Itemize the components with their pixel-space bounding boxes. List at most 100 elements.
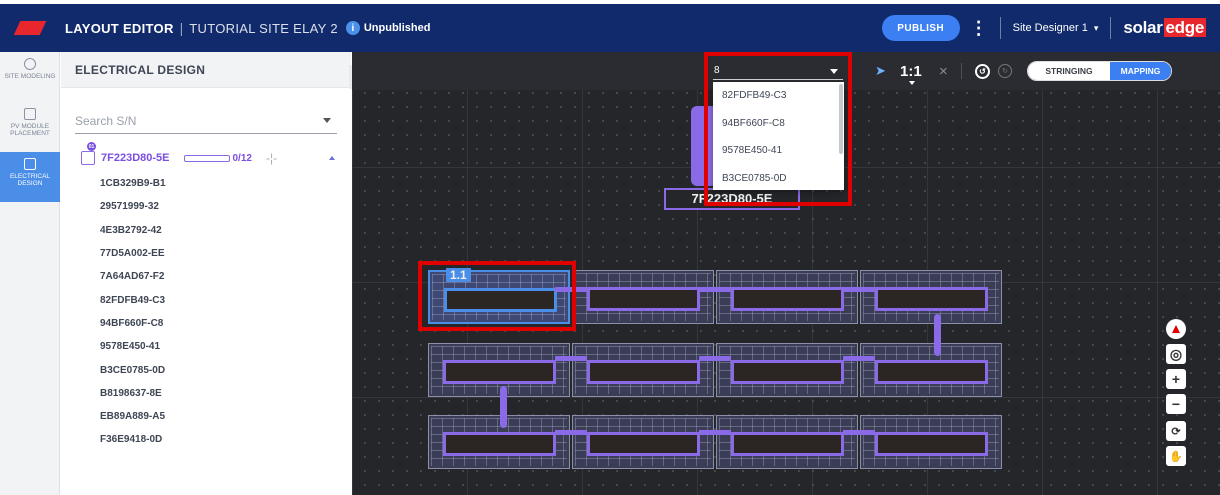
search-input[interactable] [75, 113, 275, 128]
divider [999, 17, 1001, 39]
serial-item[interactable]: 9578E450-41 [61, 335, 351, 358]
serial-item[interactable]: 82FDFB49-C3 [61, 288, 351, 311]
rail-label: ELECTRICAL DESIGN [9, 173, 51, 187]
serial-item[interactable]: 7A64AD67-F2 [61, 265, 351, 288]
inverter-row[interactable]: 01 7F223D80-5E 0/12 -¦- [61, 142, 351, 168]
string-wire [843, 430, 875, 435]
zoom-out-icon: − [1166, 394, 1186, 414]
rail-label: PV MODULE PLACEMENT [10, 123, 50, 137]
rail-item-pv-module-placement[interactable]: PV MODULE PLACEMENT [0, 102, 60, 152]
serial-item[interactable]: F36E9418-0D [61, 428, 351, 451]
publish-status: Unpublished [363, 22, 431, 34]
pv-module[interactable] [428, 343, 570, 397]
rail-item-electrical-design[interactable]: ELECTRICAL DESIGN [0, 152, 60, 202]
highlight-box [418, 261, 576, 331]
close-icon[interactable]: × [939, 52, 948, 90]
serial-item[interactable]: 1CB329B9-B1 [61, 172, 351, 195]
divider [1110, 17, 1112, 39]
pv-module[interactable] [572, 415, 714, 469]
site-name: TUTORIAL SITE ELAY 2 [189, 20, 338, 36]
top-bar: LAYOUT EDITOR | TUTORIAL SITE ELAY 2 i U… [0, 4, 1220, 52]
inverter-badge: 01 [87, 142, 96, 151]
pv-module[interactable] [428, 415, 570, 469]
app-logo-icon[interactable] [13, 21, 47, 35]
undo-icon: ↺ [975, 63, 990, 79]
undo-button[interactable]: ↺ [975, 52, 990, 90]
pointer-tool-icon[interactable]: ➤ [875, 52, 889, 90]
pan-button[interactable]: ✋ [1165, 445, 1187, 467]
rail-label: SITE MODELING [4, 73, 56, 80]
electrical-icon [24, 158, 36, 170]
solaredge-logo: solar edge [1123, 18, 1206, 37]
app-title: LAYOUT EDITOR [65, 20, 174, 36]
serial-item[interactable]: B8198637-8E [61, 382, 351, 405]
crosshair-icon[interactable]: -¦- [266, 151, 277, 165]
zoom-ratio-control[interactable]: 1:1 [900, 52, 922, 90]
compass-control[interactable] [1165, 318, 1187, 340]
title-separator: | [179, 20, 184, 36]
serial-item[interactable]: 77D5A002-EE [61, 242, 351, 265]
mapping-mode-button[interactable]: MAPPING [1110, 62, 1171, 80]
pv-module[interactable] [716, 270, 858, 324]
mode-toggle: STRINGING MAPPING [1027, 61, 1172, 81]
chevron-up-icon[interactable] [329, 156, 335, 160]
redo-icon: ↻ [998, 64, 1012, 78]
string-wire [699, 430, 731, 435]
panel-title: ELECTRICAL DESIGN [61, 52, 351, 88]
pan-icon: ✋ [1166, 446, 1186, 466]
locate-icon: ◎ [1166, 344, 1186, 364]
zoom-ratio-label: 1:1 [900, 62, 922, 80]
pv-module[interactable] [572, 343, 714, 397]
publish-button[interactable]: PUBLISH [881, 15, 960, 41]
chevron-down-icon[interactable] [323, 118, 331, 123]
serial-item[interactable]: 94BF660F-C8 [61, 312, 351, 335]
serial-item[interactable]: 4E3B2792-42 [61, 219, 351, 242]
inverter-icon [81, 151, 95, 165]
search-sn-field[interactable] [75, 108, 337, 134]
highlight-box [704, 52, 852, 206]
divider [961, 63, 962, 79]
user-name: Site Designer 1 [1012, 22, 1088, 34]
cube-icon [24, 58, 36, 70]
string-wire [843, 356, 875, 361]
stringing-mode-button[interactable]: STRINGING [1028, 62, 1110, 80]
string-wire [843, 287, 875, 292]
string-wire [699, 356, 731, 361]
inverter-name: 7F223D80-5E [101, 152, 170, 164]
pv-module[interactable] [860, 270, 1002, 324]
pv-module[interactable] [716, 415, 858, 469]
pv-module[interactable] [572, 270, 714, 324]
more-options-icon[interactable]: ⋮ [970, 19, 988, 37]
rail-item-site-modeling[interactable]: SITE MODELING [0, 52, 60, 102]
user-menu[interactable]: Site Designer 1 ▾ [1013, 22, 1099, 34]
compass-icon [1166, 319, 1186, 339]
grid-icon [24, 108, 36, 120]
string-wire [500, 386, 507, 428]
pv-module[interactable] [716, 343, 858, 397]
electrical-design-panel: ELECTRICAL DESIGN 01 7F223D80-5E 0/12 -¦… [61, 52, 351, 495]
chevron-down-icon: ▾ [1093, 23, 1099, 33]
zoom-in-button[interactable]: + [1165, 368, 1187, 390]
chevron-down-icon [909, 81, 915, 85]
serial-item[interactable]: EB89A889-A5 [61, 405, 351, 428]
serial-item[interactable]: B3CE0785-0D [61, 358, 351, 381]
serial-item[interactable]: 29571999-32 [61, 195, 351, 218]
string-wire [934, 314, 941, 356]
rotate-button[interactable]: ⟳ [1165, 420, 1187, 442]
pv-module[interactable] [860, 343, 1002, 397]
string-wire [555, 356, 587, 361]
rotate-icon: ⟳ [1166, 421, 1186, 441]
locate-button[interactable]: ◎ [1165, 343, 1187, 365]
inverter-progress-bar [183, 154, 230, 162]
zoom-out-button[interactable]: − [1165, 393, 1187, 415]
serial-list: 1CB329B9-B1 29571999-32 4E3B2792-42 77D5… [61, 172, 351, 452]
info-icon[interactable]: i [345, 21, 360, 35]
zoom-in-icon: + [1166, 369, 1186, 389]
redo-button[interactable]: ↻ [998, 52, 1012, 90]
layout-editor-app: LAYOUT EDITOR | TUTORIAL SITE ELAY 2 i U… [0, 0, 1220, 495]
inverter-count: 0/12 [232, 152, 252, 164]
string-wire [699, 287, 731, 292]
top-bar-right: PUBLISH ⋮ Site Designer 1 ▾ solar edge [881, 4, 1220, 52]
string-wire [555, 430, 587, 435]
pv-module[interactable] [860, 415, 1002, 469]
